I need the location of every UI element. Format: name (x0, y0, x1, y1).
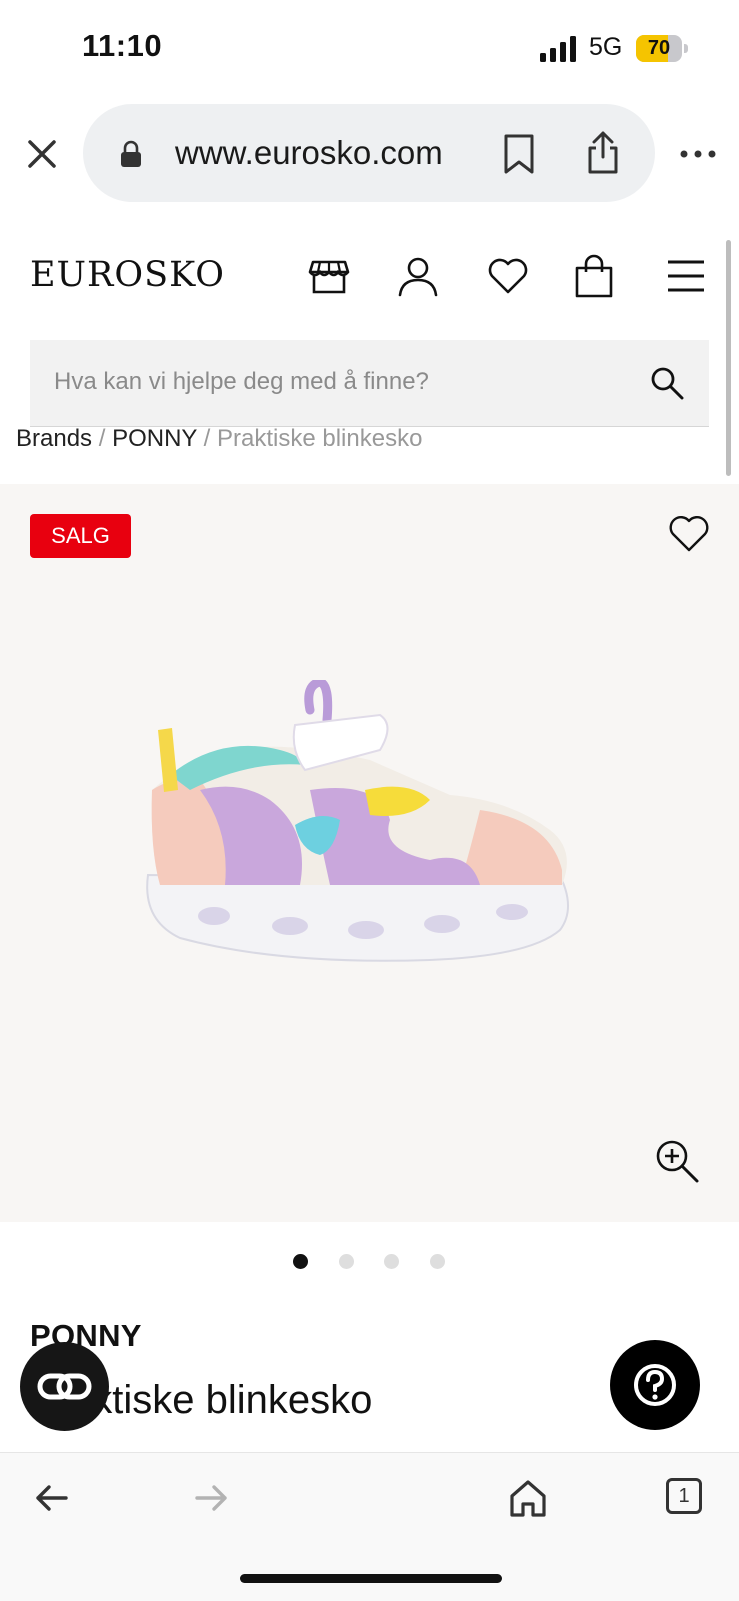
bookmark-icon[interactable] (502, 133, 536, 175)
share-icon[interactable] (585, 129, 621, 175)
search-placeholder[interactable]: Hva kan vi hjelpe deg med å finne? (54, 368, 429, 396)
breadcrumb: Brands / PONNY / Praktiske blinkesko (16, 428, 422, 450)
scrollbar[interactable] (726, 240, 731, 476)
cart-bag-icon[interactable] (572, 254, 616, 298)
back-arrow-icon[interactable] (32, 1478, 72, 1518)
status-time: 11:10 (82, 28, 163, 63)
home-icon[interactable] (508, 1478, 548, 1518)
home-indicator[interactable] (240, 1574, 502, 1583)
breadcrumb-ponny[interactable]: PONNY (112, 428, 197, 450)
url-text[interactable]: www.eurosko.com (175, 134, 443, 172)
account-icon[interactable] (396, 254, 440, 298)
carousel-dot-2[interactable] (339, 1254, 354, 1269)
close-icon[interactable] (22, 134, 62, 174)
search-icon[interactable] (650, 366, 684, 400)
breadcrumb-current: Praktiske blinkesko (217, 428, 423, 450)
battery-icon: 70 (636, 35, 688, 62)
lock-icon (121, 140, 141, 167)
link-icon (37, 1373, 92, 1400)
carousel-dot-3[interactable] (384, 1254, 399, 1269)
product-name-visible: ktiske blinkesko (92, 1378, 373, 1422)
tabs-button[interactable]: 1 (666, 1478, 702, 1514)
network-type: 5G (589, 33, 623, 61)
sale-badge: SALG (30, 514, 131, 558)
help-icon (634, 1364, 676, 1406)
add-to-wishlist-icon[interactable] (668, 514, 710, 554)
carousel-dot-1[interactable] (293, 1254, 308, 1269)
forward-arrow-icon[interactable] (191, 1478, 231, 1518)
breadcrumb-brands[interactable]: Brands (16, 428, 92, 450)
chat-widget-button[interactable] (20, 1342, 109, 1431)
store-icon[interactable] (307, 254, 351, 298)
more-options-icon[interactable] (678, 140, 718, 168)
site-logo[interactable]: EUROSKO (30, 255, 225, 295)
battery-level: 70 (647, 37, 671, 59)
carousel-dot-4[interactable] (430, 1254, 445, 1269)
product-image[interactable] (130, 680, 590, 980)
help-button[interactable] (610, 1340, 700, 1430)
zoom-icon[interactable] (654, 1138, 700, 1184)
signal-icon (540, 36, 576, 62)
wishlist-icon[interactable] (486, 254, 530, 298)
menu-icon[interactable] (664, 254, 708, 298)
